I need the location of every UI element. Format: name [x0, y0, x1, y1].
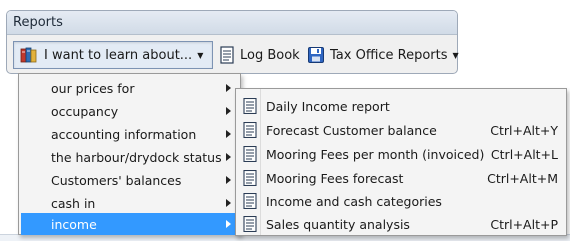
- menu-item-label: the harbour/drydock status: [51, 149, 222, 165]
- log-book-label: Log Book: [240, 47, 300, 63]
- menu-item-label: cash in: [51, 195, 96, 211]
- menu-item-cash-in[interactable]: cash in: [21, 192, 239, 214]
- submenu-item-income-and-cash-categories[interactable]: Income and cash categories: [238, 190, 564, 213]
- menu-item-harbour-drydock-status[interactable]: the harbour/drydock status: [21, 146, 239, 168]
- report-document-icon: [243, 121, 257, 141]
- i-want-to-learn-about-label: I want to learn about...: [44, 47, 193, 63]
- shortcut-label: Ctrl+Alt+L: [490, 147, 558, 162]
- submenu-item-label: Mooring Fees forecast: [266, 171, 404, 186]
- reports-panel-title: Reports: [7, 11, 457, 35]
- submenu-item-forecast-customer-balance[interactable]: Forecast Customer balance Ctrl+Alt+Y: [238, 119, 564, 142]
- submenu-arrow-icon: [226, 153, 231, 161]
- submenu-item-label: Sales quantity analysis: [266, 217, 410, 232]
- save-disk-icon: [307, 46, 325, 64]
- income-submenu: Daily Income report Forecast Customer ba…: [235, 88, 567, 236]
- report-document-icon: [243, 169, 257, 189]
- submenu-arrow-icon: [226, 199, 231, 207]
- shortcut-label: Ctrl+Alt+Y: [490, 123, 558, 138]
- submenu-item-daily-income-report[interactable]: Daily Income report: [238, 95, 564, 118]
- menu-item-income[interactable]: income: [21, 213, 239, 235]
- dropdown-arrow-icon: ▼: [197, 50, 204, 60]
- menu-item-label: income: [51, 216, 97, 232]
- menu-item-accounting-information[interactable]: accounting information: [21, 123, 239, 145]
- menu-item-label: occupancy: [51, 103, 119, 119]
- document-icon: [219, 46, 235, 64]
- learn-about-menu: our prices for occupancy accounting info…: [18, 73, 241, 235]
- submenu-item-label: Daily Income report: [266, 99, 390, 114]
- reports-panel: Reports I want to learn about... ▼ Log B…: [6, 10, 459, 75]
- submenu-arrow-icon: [226, 84, 231, 92]
- submenu-item-label: Income and cash categories: [266, 194, 442, 209]
- submenu-item-mooring-fees-forecast[interactable]: Mooring Fees forecast Ctrl+Alt+M: [238, 167, 564, 190]
- submenu-item-label: Forecast Customer balance: [266, 123, 437, 138]
- i-want-to-learn-about-button[interactable]: I want to learn about... ▼: [13, 41, 213, 69]
- report-document-icon: [243, 145, 257, 165]
- submenu-item-sales-quantity-analysis[interactable]: Sales quantity analysis Ctrl+Alt+P: [238, 213, 564, 236]
- tax-office-reports-label: Tax Office Reports: [330, 47, 448, 63]
- menu-item-our-prices-for[interactable]: our prices for: [21, 77, 239, 99]
- reports-toolbar: I want to learn about... ▼ Log Book Tax …: [7, 35, 459, 75]
- menu-item-occupancy[interactable]: occupancy: [21, 100, 239, 122]
- submenu-arrow-icon: [226, 107, 231, 115]
- dropdown-arrow-icon: ▼: [452, 50, 459, 60]
- submenu-arrow-icon: [226, 220, 231, 228]
- shortcut-label: Ctrl+Alt+M: [487, 171, 558, 186]
- report-document-icon: [243, 215, 257, 235]
- submenu-item-label: Mooring Fees per month (invoiced): [266, 147, 485, 162]
- menu-item-customers-balances[interactable]: Customers' balances: [21, 169, 239, 191]
- submenu-item-mooring-fees-per-month[interactable]: Mooring Fees per month (invoiced) Ctrl+A…: [238, 143, 564, 166]
- books-icon: [20, 46, 38, 64]
- submenu-arrow-icon: [226, 130, 231, 138]
- log-book-button[interactable]: Log Book: [217, 41, 305, 69]
- tax-office-reports-button[interactable]: Tax Office Reports ▼: [305, 41, 459, 69]
- menu-item-label: Customers' balances: [51, 172, 182, 188]
- shortcut-label: Ctrl+Alt+P: [490, 217, 558, 232]
- menu-item-label: our prices for: [51, 80, 135, 96]
- report-document-icon: [243, 97, 257, 117]
- report-document-icon: [243, 192, 257, 212]
- submenu-arrow-icon: [226, 176, 231, 184]
- menu-item-label: accounting information: [51, 126, 197, 142]
